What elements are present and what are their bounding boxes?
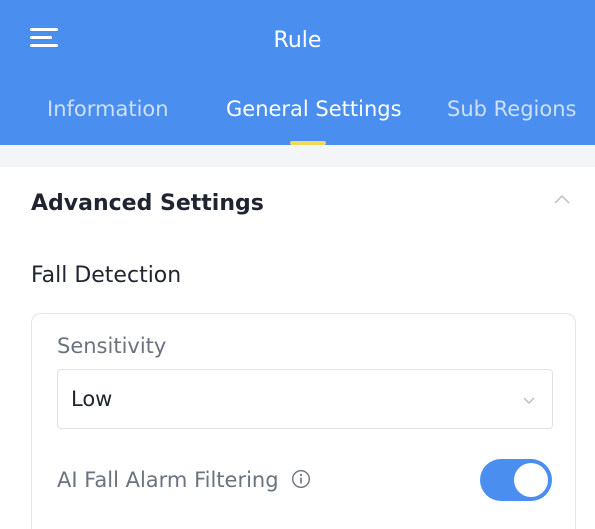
- tab-bar: Information General Settings Sub Regions: [0, 90, 595, 145]
- ai-fall-alarm-filtering-label: AI Fall Alarm Filtering: [57, 468, 279, 492]
- header-bar: Rule Information General Settings Sub Re…: [0, 0, 595, 145]
- sensitivity-select[interactable]: Low: [57, 369, 553, 429]
- sensitivity-value: Low: [71, 387, 113, 411]
- section-divider: [0, 145, 595, 167]
- toggle-knob: [514, 463, 548, 497]
- info-circle-icon[interactable]: [291, 469, 311, 489]
- tab-sub-regions[interactable]: Sub Regions: [447, 94, 576, 124]
- settings-content: Advanced Settings Fall Detection Sensiti…: [0, 167, 595, 529]
- sensitivity-label: Sensitivity: [57, 334, 167, 358]
- tab-information[interactable]: Information: [47, 94, 169, 124]
- ai-fall-alarm-filtering-toggle[interactable]: [480, 459, 552, 501]
- fall-detection-card: Sensitivity Low AI Fall Alarm Filtering: [31, 313, 576, 529]
- app-window: Rule Information General Settings Sub Re…: [0, 0, 595, 529]
- fall-detection-title: Fall Detection: [31, 263, 182, 288]
- advanced-settings-title: Advanced Settings: [31, 191, 264, 216]
- chevron-up-icon[interactable]: [553, 193, 571, 205]
- tab-general-settings[interactable]: General Settings: [226, 94, 402, 124]
- page-title: Rule: [273, 28, 322, 53]
- ai-fall-alarm-filtering-row: AI Fall Alarm Filtering: [57, 465, 311, 495]
- chevron-down-icon: [523, 397, 535, 404]
